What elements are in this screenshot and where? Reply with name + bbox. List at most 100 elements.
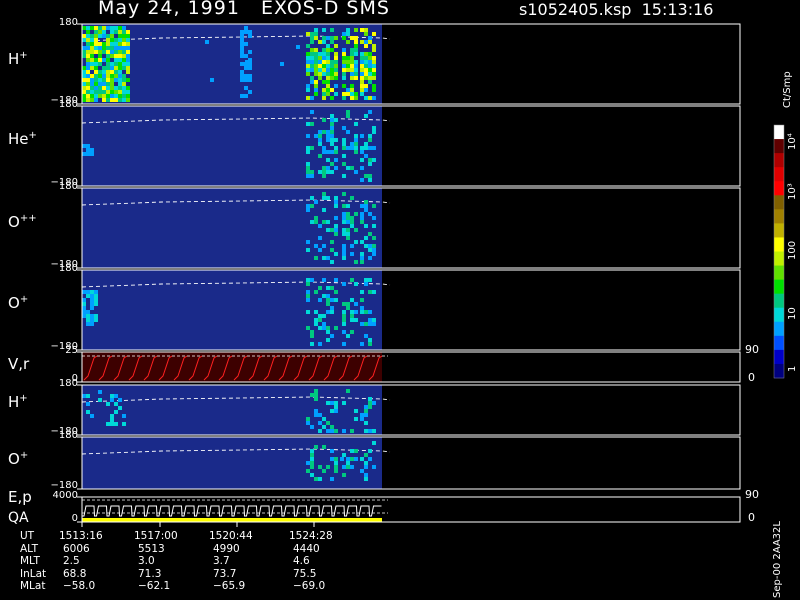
table-cell: −58.0 [63, 580, 96, 592]
data-cell [354, 92, 358, 96]
data-cell [240, 78, 244, 82]
data-cell [98, 86, 102, 90]
data-cell [306, 162, 310, 166]
data-cell [372, 204, 376, 208]
data-cell [342, 256, 346, 260]
data-cell [360, 88, 364, 92]
data-cell [82, 98, 86, 102]
data-cell [90, 58, 94, 62]
data-cell [310, 122, 314, 126]
data-cell [318, 326, 322, 330]
data-cell [310, 220, 314, 224]
data-cell [322, 150, 326, 154]
data-cell [368, 56, 372, 60]
data-cell [334, 36, 338, 40]
table-cell: 73.7 [213, 567, 237, 580]
data-cell [334, 200, 338, 204]
data-cell [82, 86, 86, 90]
table-row-label: UT [20, 530, 35, 542]
data-cell [372, 84, 376, 88]
data-cell [244, 54, 248, 58]
data-cell [318, 429, 322, 433]
charge-label: ++ [19, 213, 37, 224]
data-cell [244, 30, 248, 34]
panel-label-2: QA [8, 510, 29, 526]
species-label: H [8, 393, 20, 411]
table-cell: 4.6 [293, 555, 310, 567]
data-cell [368, 110, 372, 114]
data-cell [342, 228, 346, 232]
data-cell [310, 425, 314, 429]
data-cell [360, 457, 364, 461]
data-cell [240, 30, 244, 34]
data-cell [98, 50, 102, 54]
data-cell [364, 146, 368, 150]
data-cell [122, 98, 126, 102]
species-label: V,r [8, 355, 30, 373]
data-cell [90, 34, 94, 38]
data-cell [86, 410, 90, 414]
data-cell [322, 314, 326, 318]
data-cell [354, 40, 358, 44]
data-cell [310, 76, 314, 80]
data-cell [110, 414, 114, 418]
data-cell [114, 46, 118, 50]
data-cell [346, 220, 350, 224]
data-cell [114, 402, 118, 406]
data-cell [334, 76, 338, 80]
qa-bar [82, 518, 382, 522]
data-cell [354, 150, 358, 154]
data-cell [350, 330, 354, 334]
data-cell [94, 26, 98, 30]
data-cell [372, 76, 376, 80]
data-cell [110, 98, 114, 102]
data-cell [334, 84, 338, 88]
data-cell [86, 74, 90, 78]
data-cell [368, 248, 372, 252]
data-cell [354, 449, 358, 453]
data-cell [368, 76, 372, 80]
table-cell: 1520:44 [209, 530, 253, 542]
data-cell [360, 146, 364, 150]
data-cell [334, 290, 338, 294]
data-cell [364, 461, 368, 465]
colorbar-swatch [774, 181, 784, 196]
data-cell [354, 76, 358, 80]
data-cell [118, 62, 122, 66]
data-cell [118, 398, 122, 402]
data-cell [110, 74, 114, 78]
data-cell [110, 422, 114, 426]
data-cell [98, 78, 102, 82]
data-cell [310, 473, 314, 477]
data-cell [310, 342, 314, 346]
data-cell [126, 70, 130, 74]
data-cell [372, 216, 376, 220]
data-cell [122, 86, 126, 90]
data-cell [368, 212, 372, 216]
data-cell [354, 138, 358, 142]
data-cell [334, 252, 338, 256]
data-cell [318, 314, 322, 318]
data-cell [240, 70, 244, 74]
data-cell [314, 52, 318, 56]
data-cell [94, 70, 98, 74]
data-cell [372, 88, 376, 92]
data-cell [122, 42, 126, 46]
data-cell [118, 90, 122, 94]
data-cell [86, 322, 90, 326]
data-cell [126, 54, 130, 58]
data-cell [326, 465, 330, 469]
data-cell [90, 62, 94, 66]
data-cell [322, 244, 326, 248]
data-cell [354, 228, 358, 232]
data-cell [360, 134, 364, 138]
data-cell [306, 298, 310, 302]
data-cell [330, 477, 334, 481]
data-cell [314, 290, 318, 294]
data-cell [360, 256, 364, 260]
data-cell [330, 401, 334, 405]
data-cell [346, 28, 350, 32]
data-cell [90, 46, 94, 50]
data-cell [354, 28, 358, 32]
data-cell [102, 82, 106, 86]
